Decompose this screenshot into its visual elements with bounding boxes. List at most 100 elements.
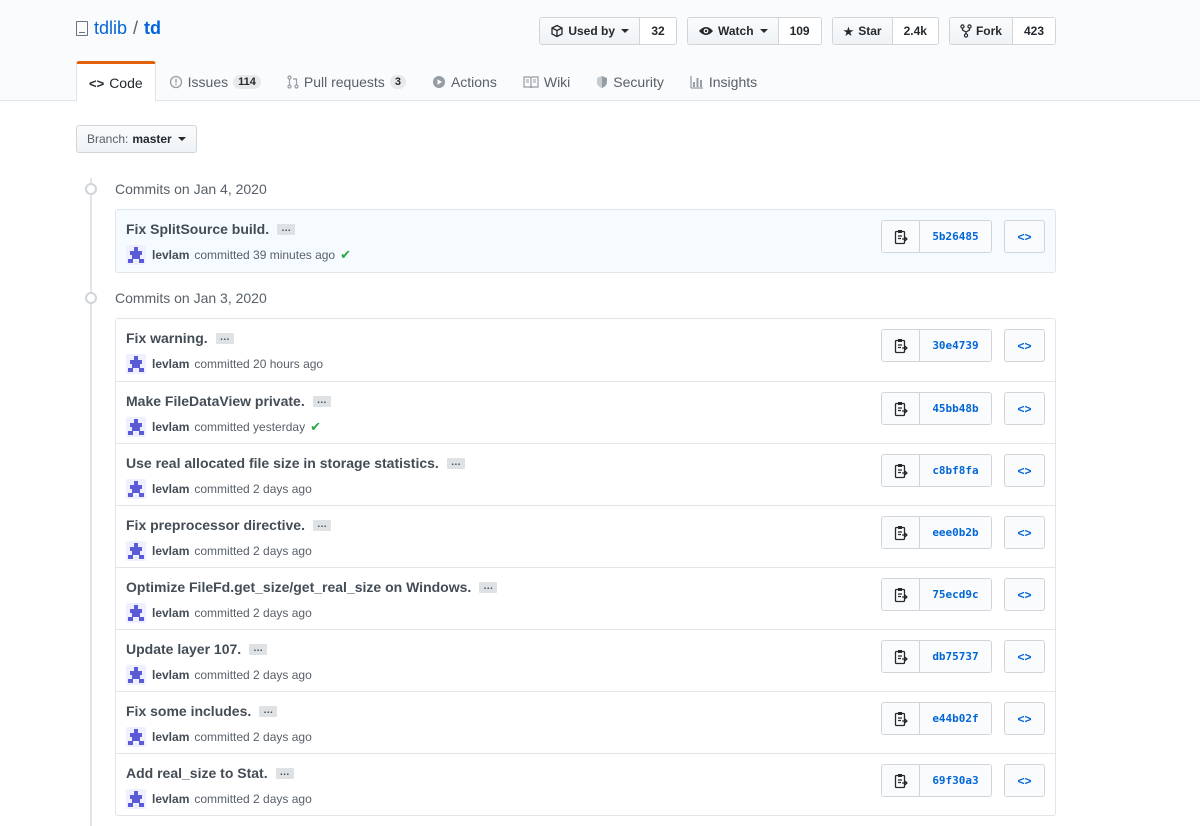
copy-sha-button[interactable] (882, 455, 920, 486)
tab-code-label: Code (109, 75, 143, 91)
commit-message-link[interactable]: Optimize FileFd.get_size/get_real_size o… (126, 579, 471, 595)
commit-title: Fix warning. … (126, 330, 234, 346)
graph-icon (690, 75, 703, 89)
expand-ellipsis-button[interactable]: … (249, 643, 268, 655)
commit-row: Make FileDataView private. … levlam committ… (116, 381, 1055, 443)
commit-sha-link[interactable]: 69f30a3 (920, 765, 991, 796)
tab-code[interactable]: <> Code (76, 61, 156, 102)
copy-sha-button[interactable] (882, 765, 920, 796)
expand-ellipsis-button[interactable]: … (312, 519, 331, 531)
commit-time: committed 2 days ago (194, 668, 312, 682)
copy-sha-button[interactable] (882, 703, 920, 734)
fork-button[interactable]: Fork (949, 18, 1013, 44)
browse-tree-button[interactable]: <> (1004, 454, 1045, 487)
commit-sha-link[interactable]: eee0b2b (920, 517, 991, 548)
copy-sha-button[interactable] (882, 517, 920, 548)
expand-ellipsis-button[interactable]: … (479, 581, 498, 593)
commit-sha-link[interactable]: 75ecd9c (920, 579, 991, 610)
commit-author-link[interactable]: levlam (152, 606, 189, 620)
browse-tree-button[interactable]: <> (1004, 392, 1045, 425)
browse-tree-button[interactable]: <> (1004, 640, 1045, 673)
watch-button[interactable]: Watch (688, 18, 779, 44)
commit-row: Fix SplitSource build. … levlam committed 3… (116, 210, 1055, 272)
copy-sha-button[interactable] (882, 330, 920, 361)
tab-issues[interactable]: Issues 114 (156, 61, 274, 101)
code-icon: <> (1017, 649, 1032, 664)
watch-count[interactable]: 109 (778, 18, 821, 44)
avatar[interactable] (126, 354, 146, 374)
commit-sha-link[interactable]: db75737 (920, 641, 991, 672)
commit-message-link[interactable]: Add real_size to Stat. (126, 765, 268, 781)
tab-wiki[interactable]: Wiki (510, 61, 583, 101)
avatar[interactable] (126, 541, 146, 561)
commit-message-link[interactable]: Use real allocated file size in storage … (126, 455, 439, 471)
expand-ellipsis-button[interactable]: … (275, 767, 294, 779)
expand-ellipsis-button[interactable]: … (312, 395, 331, 407)
commit-author-link[interactable]: levlam (152, 668, 189, 682)
copy-sha-button[interactable] (882, 579, 920, 610)
repo-name-link[interactable]: td (144, 18, 161, 39)
commit-sha-link[interactable]: 45bb48b (920, 393, 991, 424)
commit-author-link[interactable]: levlam (152, 544, 189, 558)
tab-security[interactable]: Security (583, 61, 677, 101)
avatar[interactable] (126, 417, 146, 437)
browse-tree-button[interactable]: <> (1004, 578, 1045, 611)
avatar[interactable] (126, 603, 146, 623)
commit-author-link[interactable]: levlam (152, 730, 189, 744)
star-count[interactable]: 2.4k (892, 18, 938, 44)
used-by-button[interactable]: Used by (540, 18, 640, 44)
package-icon (551, 24, 563, 38)
browse-tree-button[interactable]: <> (1004, 329, 1045, 362)
commit-message-link[interactable]: Make FileDataView private. (126, 393, 305, 409)
avatar[interactable] (126, 727, 146, 747)
commit-sha-link[interactable]: 5b26485 (920, 221, 991, 252)
code-icon: <> (1017, 773, 1032, 788)
commit-sha-link[interactable]: c8bf8fa (920, 455, 991, 486)
commit-message-link[interactable]: Fix some includes. (126, 703, 251, 719)
commit-time: committed 20 hours ago (194, 357, 324, 371)
commit-author-link[interactable]: levlam (152, 792, 189, 806)
commit-author-link[interactable]: levlam (152, 248, 189, 262)
avatar[interactable] (126, 245, 146, 265)
expand-ellipsis-button[interactable]: … (259, 705, 278, 717)
avatar[interactable] (126, 479, 146, 499)
avatar[interactable] (126, 665, 146, 685)
commit-group-title: Commits on Jan 4, 2020 (115, 181, 267, 197)
browse-tree-button[interactable]: <> (1004, 516, 1045, 549)
copy-sha-button[interactable] (882, 641, 920, 672)
tab-insights[interactable]: Insights (677, 61, 770, 101)
clipboard-icon (894, 773, 908, 788)
expand-ellipsis-button[interactable]: … (446, 457, 465, 469)
avatar[interactable] (126, 789, 146, 809)
tab-actions[interactable]: Actions (419, 61, 510, 101)
tab-pull-requests[interactable]: Pull requests 3 (274, 61, 419, 101)
commit-author-link[interactable]: levlam (152, 357, 189, 371)
copy-sha-button[interactable] (882, 393, 920, 424)
expand-ellipsis-button[interactable]: … (277, 223, 296, 235)
commit-message-link[interactable]: Fix preprocessor directive. (126, 517, 305, 533)
commit-row: Optimize FileFd.get_size/get_real_size o… (116, 567, 1055, 629)
browse-tree-button[interactable]: <> (1004, 764, 1045, 797)
check-icon[interactable]: ✔ (340, 247, 351, 263)
tab-wiki-label: Wiki (543, 73, 571, 90)
branch-select-button[interactable]: Branch: master (76, 125, 197, 153)
star-button[interactable]: ★ Star (832, 18, 893, 44)
commit-message-link[interactable]: Update layer 107. (126, 641, 241, 657)
check-icon[interactable]: ✔ (310, 419, 321, 435)
used-by-count[interactable]: 32 (640, 18, 676, 44)
commit-meta: levlam committed yesterday ✔ (126, 417, 321, 437)
commit-author-link[interactable]: levlam (152, 420, 189, 434)
copy-sha-button[interactable] (882, 221, 920, 252)
commit-sha-link[interactable]: e44b02f (920, 703, 991, 734)
browse-tree-button[interactable]: <> (1004, 220, 1045, 253)
fork-icon (960, 24, 972, 38)
commit-message-link[interactable]: Fix SplitSource build. (126, 221, 269, 237)
commit-author-link[interactable]: levlam (152, 482, 189, 496)
commit-message-link[interactable]: Fix warning. (126, 330, 208, 346)
browse-tree-button[interactable]: <> (1004, 702, 1045, 735)
fork-count[interactable]: 423 (1012, 18, 1055, 44)
repo-owner-link[interactable]: tdlib (94, 18, 127, 39)
commit-list: Fix warning. … levlam committed 20 hours ag… (115, 318, 1056, 816)
commit-sha-link[interactable]: 30e4739 (920, 330, 991, 361)
expand-ellipsis-button[interactable]: … (215, 332, 234, 344)
